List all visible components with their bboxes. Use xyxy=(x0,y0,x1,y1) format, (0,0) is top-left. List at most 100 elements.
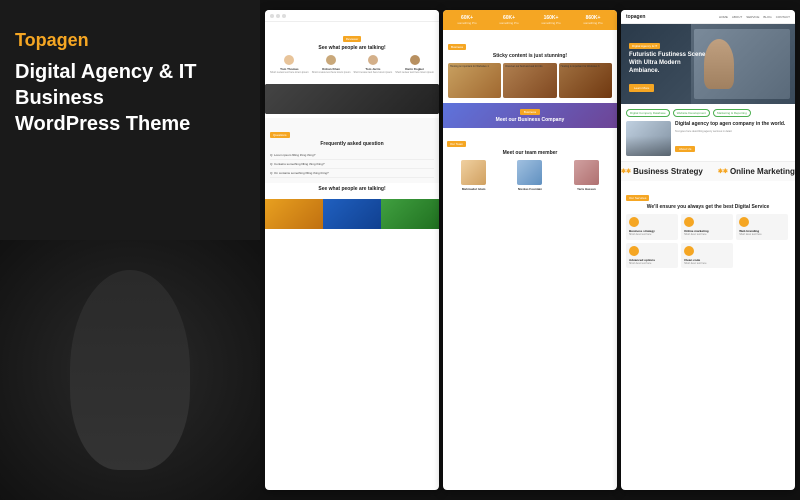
main-container: Topagen Digital Agency & IT Business Wor… xyxy=(0,0,800,500)
nav-dot-2 xyxy=(276,14,280,18)
service-item-2: Online marketing Short desc text here xyxy=(681,214,733,240)
stat-label-3: something Pro xyxy=(541,21,560,25)
team-section: Our Team Meet our team member Mahmudul I… xyxy=(443,128,617,195)
sticky-title: Sticky content is just stunning! xyxy=(448,53,612,59)
testimonials-title: See what people are talking! xyxy=(270,45,434,51)
marquee-item-1: ✱✱ Business Strategy xyxy=(621,167,703,176)
service-desc-4: Short desc text here xyxy=(629,262,675,266)
faq-item-1: Q: Lorem ipsum filling thing thing? xyxy=(270,151,434,160)
feature-content: Digital agency top agen company in the w… xyxy=(626,121,790,156)
hero-tag: Digital Agency & IT xyxy=(629,43,660,49)
feature-text: Digital agency top agen company in the w… xyxy=(675,121,790,156)
page-preview-middle: 60K+ something Pro 60K+ something Pro 16… xyxy=(443,10,617,490)
services-section-title: We'll ensure you always get the best Dig… xyxy=(626,204,790,210)
service-icon-2 xyxy=(684,217,694,227)
faq-item-2: Q: Contains something filling thing thin… xyxy=(270,160,434,169)
preview-pages-panel: Reviewer See what people are talking! To… xyxy=(260,0,800,500)
star-icon-2: ✱✱ xyxy=(718,168,728,175)
content-card-3: Hosting is important for Websites 3 xyxy=(559,63,612,98)
page-preview-left: Reviewer See what people are talking! To… xyxy=(265,10,439,490)
testimonials-section: Reviewer See what people are talking! To… xyxy=(265,22,439,84)
team-label: Our Team xyxy=(447,141,466,147)
nav-dot-1 xyxy=(270,14,274,18)
team-title: Meet our team member xyxy=(447,150,613,156)
feature-image xyxy=(626,121,671,156)
stat-4: 860K+ something Pro xyxy=(583,15,602,25)
faq-section: Questions Frequently asked question Q: L… xyxy=(265,118,439,183)
marquee-text-1: Business Strategy xyxy=(633,167,703,176)
brand-name: Topagen xyxy=(15,30,245,51)
hero-title: Futuristic Fustiness Scene With Ultra Mo… xyxy=(629,52,709,75)
service-desc-2: Short desc text here xyxy=(684,233,730,237)
team-member-1: Mahmudul Islam xyxy=(447,160,500,191)
color-block-blue xyxy=(323,199,381,229)
feature-tag-2: Website Development xyxy=(673,109,710,117)
avatar-1 xyxy=(284,55,294,65)
marquee-text-2: Online Marketing xyxy=(730,167,795,176)
nav-item-service: SERVICE xyxy=(746,15,759,19)
sticky-section: Business Sticky content is just stunning… xyxy=(443,30,617,103)
hero-cta-button[interactable]: Learn More xyxy=(629,84,654,92)
stat-3: 160K+ something Pro xyxy=(541,15,560,25)
stat-label-4: something Pro xyxy=(583,21,602,25)
team-name-2: Nicolas Fountain xyxy=(518,187,542,191)
color-block-green xyxy=(381,199,439,229)
theme-tagline: Digital Agency & IT Business WordPress T… xyxy=(15,59,245,137)
person-text-3: Short review text here lorem ipsum xyxy=(354,71,393,75)
person-text-4: Short review text here lorem ipsum xyxy=(395,71,434,75)
faq-label: Questions xyxy=(270,132,290,138)
nav-item-contact: CONTACT xyxy=(776,15,790,19)
bottom-testimonials-title: See what people are talking! xyxy=(270,186,434,192)
service-desc-3: Short desc text here xyxy=(739,233,785,237)
service-icon-4 xyxy=(629,246,639,256)
services-grid: Business strategy Short desc text here O… xyxy=(626,214,790,268)
marquee-content: ✱✱ Business Strategy ✱✱ Online Marketing xyxy=(621,167,795,176)
sticky-label: Business xyxy=(448,44,466,50)
feature-btn[interactable]: About Us xyxy=(675,146,695,152)
nav-item-home: HOME xyxy=(719,15,728,19)
service-item-1: Business strategy Short desc text here xyxy=(626,214,678,240)
avatar-2 xyxy=(326,55,336,65)
feature-desc: Text goes here describing agency service… xyxy=(675,130,790,134)
testimonials-row: Tom Thomas Short review text here lorem … xyxy=(270,55,434,75)
testimonial-item-1: Tom Thomas Short review text here lorem … xyxy=(270,55,309,75)
feature-tags: Digital Company Database Website Develop… xyxy=(626,109,790,117)
stat-2: 60K+ something Pro xyxy=(499,15,518,25)
team-photo-2 xyxy=(517,160,542,185)
nav-item-about: ABOUT xyxy=(732,15,742,19)
card-text-3: Hosting is important for Websites 3 xyxy=(559,63,612,70)
features-section: Digital Company Database Website Develop… xyxy=(621,104,795,161)
avatar-3 xyxy=(368,55,378,65)
stats-bar: 60K+ something Pro 60K+ something Pro 16… xyxy=(443,10,617,30)
nav-dot-3 xyxy=(282,14,286,18)
star-icon-1: ✱✱ xyxy=(621,168,631,175)
service-item-4: Advanced options Short desc text here xyxy=(626,243,678,269)
nav-items: HOME ABOUT SERVICE BLOG CONTACT xyxy=(719,15,790,19)
content-card-1: Hosting is important for Websites 1 xyxy=(448,63,501,98)
service-desc-5: Short desc text here xyxy=(684,262,730,266)
team-name-3: Yaris Hassan xyxy=(577,187,596,191)
feature-heading: Digital agency top agen company in the w… xyxy=(675,121,790,127)
background-archery-image xyxy=(0,240,260,500)
stat-label-1: something Pro xyxy=(457,21,476,25)
testimonial-item-2: Rohan Khan Short review text here lorem … xyxy=(312,55,351,75)
left-info-panel: Topagen Digital Agency & IT Business Wor… xyxy=(0,0,260,500)
services-section: Our Services We'll ensure you always get… xyxy=(621,181,795,273)
card-text-1: Hosting is important for Websites 1 xyxy=(448,63,501,70)
person-text-1: Short review text here lorem ipsum xyxy=(270,71,309,75)
team-member-3: Yaris Hassan xyxy=(560,160,613,191)
content-card-2: Discover our field and ask for info xyxy=(503,63,556,98)
color-strip xyxy=(265,199,439,229)
marquee-item-2: ✱✱ Online Marketing xyxy=(718,167,795,176)
right-hero-content: Digital Agency & IT Futuristic Fustiness… xyxy=(621,26,717,101)
content-cards: Hosting is important for Websites 1 Disc… xyxy=(448,63,612,98)
team-row: Mahmudul Islam Nicolas Fountain Yaris Ha… xyxy=(447,160,613,191)
services-label: Our Services xyxy=(626,195,649,201)
service-item-5: Clean code Short desc text here xyxy=(681,243,733,269)
right-page-nav: topagen HOME ABOUT SERVICE BLOG CONTACT xyxy=(621,10,795,24)
stat-1: 60K+ something Pro xyxy=(457,15,476,25)
team-photo-1 xyxy=(461,160,486,185)
avatar-4 xyxy=(410,55,420,65)
feature-tag-1: Digital Company Database xyxy=(626,109,670,117)
meet-business-section: Business Meet our Business Company xyxy=(443,103,617,128)
